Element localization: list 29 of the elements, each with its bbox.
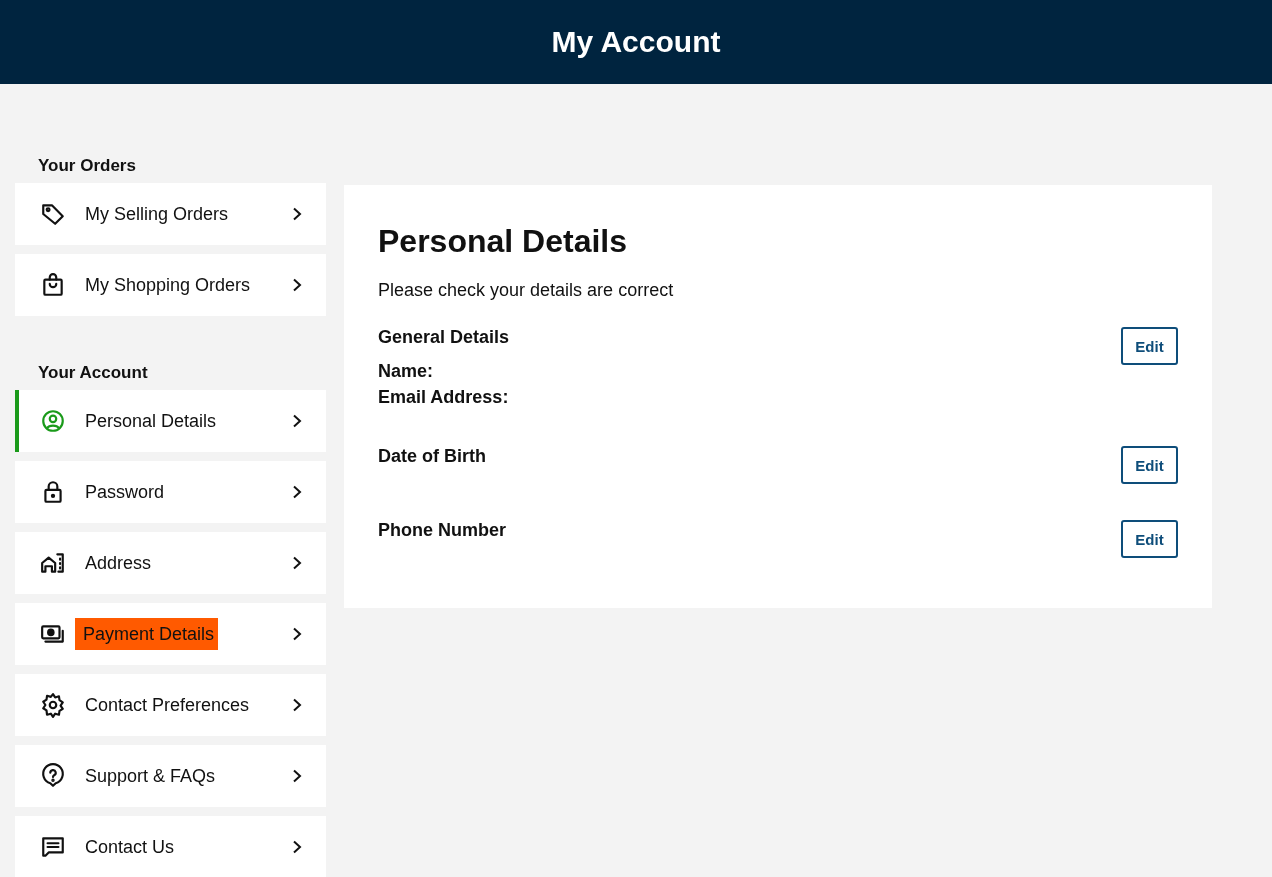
page-title: My Account [551, 25, 721, 59]
sidebar-item[interactable]: Password [15, 461, 326, 523]
card-title: Personal Details [378, 223, 628, 260]
message-icon [40, 834, 66, 860]
user-circle-icon [40, 408, 66, 434]
shopping-bag-icon [40, 272, 66, 298]
section-heading: Your Orders [38, 156, 137, 176]
sidebar-item[interactable]: My Selling Orders [15, 183, 326, 245]
card-subtitle: Please check your details are correct [378, 280, 675, 301]
sidebar-item[interactable]: My Shopping Orders [15, 254, 326, 316]
sidebar-item[interactable]: Support & FAQs [15, 745, 326, 807]
field-label: Name: [378, 360, 435, 383]
section-heading: Your Account [38, 363, 149, 383]
sidebar-item[interactable]: Payment Details [15, 603, 326, 665]
section-heading: General Details [378, 327, 510, 348]
edit-button[interactable]: Edit [1121, 446, 1178, 484]
edit-button[interactable]: Edit [1121, 520, 1178, 558]
edit-button[interactable]: Edit [1121, 327, 1178, 365]
gear-icon [40, 692, 66, 718]
tag-icon [40, 201, 66, 227]
field-label: Email Address: [378, 386, 510, 409]
sidebar-item[interactable]: Address [15, 532, 326, 594]
house-icon [40, 550, 66, 576]
sidebar-item[interactable]: Personal Details [15, 390, 326, 452]
section-heading: Date of Birth [378, 446, 486, 467]
sidebar-item[interactable]: Contact Us [15, 816, 326, 877]
sidebar-item[interactable]: Contact Preferences [15, 674, 326, 736]
question-bubble-icon [40, 763, 66, 789]
section-heading: Phone Number [378, 520, 506, 541]
